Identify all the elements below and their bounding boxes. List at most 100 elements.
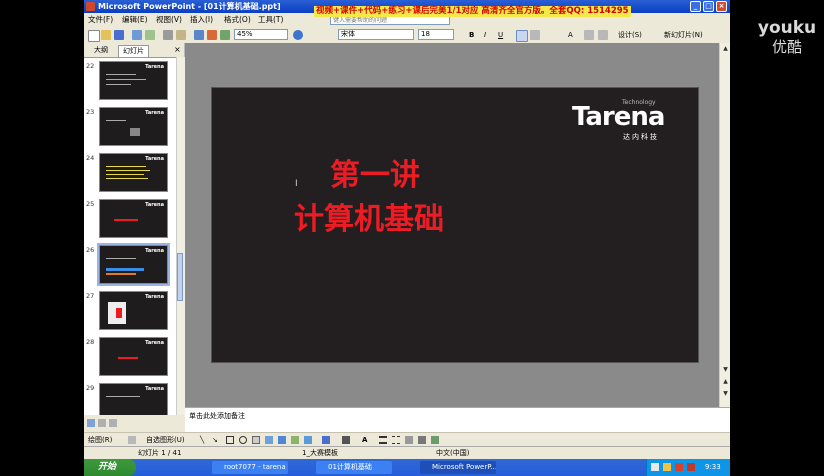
table-icon[interactable] — [220, 30, 230, 40]
editor-scrollbar[interactable]: ▲ ▼ ▲ ▼ — [719, 43, 730, 407]
thumbnail-row[interactable]: 25 Tarena — [84, 197, 176, 243]
textbox-icon[interactable] — [252, 436, 260, 444]
slide-thumbnail[interactable]: Tarena — [99, 291, 168, 330]
tab-outline[interactable]: 大纲 — [90, 45, 112, 56]
slide-title-line2[interactable]: 计算机基础 — [294, 194, 444, 238]
system-tray: 9:33 — [646, 459, 730, 476]
menu-format[interactable]: 格式(O) — [224, 13, 251, 27]
slideshow-view-icon[interactable] — [109, 419, 117, 427]
clipart-icon[interactable] — [291, 436, 299, 444]
line-color-icon[interactable] — [342, 436, 350, 444]
font-grow-button[interactable]: A — [568, 29, 573, 41]
arrow-style-icon[interactable] — [405, 436, 413, 444]
bullets-icon[interactable] — [598, 30, 608, 40]
help-icon[interactable] — [293, 30, 303, 40]
rectangle-tool-icon[interactable] — [226, 436, 234, 444]
sorter-view-icon[interactable] — [98, 419, 106, 427]
numbering-icon[interactable] — [584, 30, 594, 40]
slide-thumbnail[interactable]: Tarena — [99, 383, 168, 415]
text-cursor-icon: I — [295, 179, 298, 189]
slide-thumbnail[interactable]: Tarena — [99, 107, 168, 146]
design-button[interactable]: 设计(S) — [618, 29, 642, 41]
3d-style-icon[interactable] — [431, 436, 439, 444]
new-slide-button[interactable]: 新幻灯片(N) — [664, 29, 703, 41]
dash-style-icon[interactable] — [392, 436, 400, 444]
powerpoint-app-icon — [86, 2, 95, 11]
menu-file[interactable]: 文件(F) — [88, 13, 113, 27]
taskbar-item[interactable]: 01计算机基础 — [316, 461, 392, 474]
slide-thumbnail[interactable]: Tarena — [97, 243, 170, 286]
font-color-icon[interactable]: A — [362, 433, 367, 447]
thumbnail-row[interactable]: 27 Tarena — [84, 289, 176, 335]
tray-icon[interactable] — [687, 463, 695, 471]
select-pointer-icon[interactable] — [128, 436, 136, 444]
menu-edit[interactable]: 编辑(E) — [122, 13, 148, 27]
slide-thumbnail[interactable]: Tarena — [99, 153, 168, 192]
scroll-up-icon[interactable]: ▲ — [721, 44, 730, 53]
scroll-down-icon[interactable]: ▼ — [721, 365, 730, 374]
cut-icon[interactable] — [163, 30, 173, 40]
tray-icon[interactable] — [675, 463, 683, 471]
zoom-select[interactable]: 45% — [234, 29, 288, 40]
line-style-icon[interactable] — [379, 436, 387, 444]
underline-button[interactable]: U — [498, 29, 503, 41]
notes-pane[interactable]: 单击此处添加备注 — [185, 407, 730, 433]
shadow-icon[interactable] — [418, 436, 426, 444]
align-center-icon[interactable] — [530, 30, 540, 40]
maximize-button[interactable]: □ — [703, 1, 714, 12]
taskbar-item-active[interactable]: Microsoft PowerP... — [420, 461, 496, 474]
menu-tools[interactable]: 工具(T) — [258, 13, 283, 27]
preview-icon[interactable] — [145, 30, 155, 40]
close-button[interactable]: × — [716, 1, 727, 12]
save-icon[interactable] — [114, 30, 124, 40]
arrow-tool-icon[interactable]: ↘ — [212, 433, 218, 447]
thumbnail-row[interactable]: 28 Tarena — [84, 335, 176, 381]
chart-icon[interactable] — [207, 30, 217, 40]
thumbnail-row[interactable]: 23 Tarena — [84, 105, 176, 151]
italic-button[interactable]: I — [484, 29, 486, 41]
line-tool-icon[interactable]: ╲ — [200, 433, 204, 447]
slide-thumbnail[interactable]: Tarena — [99, 199, 168, 238]
tray-icon[interactable] — [663, 463, 671, 471]
diagram-icon[interactable] — [278, 436, 286, 444]
slide-canvas[interactable]: Technology Tarena 达内科技 I 第一讲 计算机基础 — [211, 87, 699, 363]
slides-pane: 大纲 幻灯片 × 22 Tarena 23 Tarena 24 Tarena 2… — [84, 43, 185, 415]
thumbnail-scrollbar[interactable] — [176, 57, 185, 415]
slide-title-line1[interactable]: 第一讲 — [330, 150, 420, 194]
menu-view[interactable]: 视图(V) — [156, 13, 182, 27]
thumbnail-row[interactable]: 24 Tarena — [84, 151, 176, 197]
slide-number: 26 — [86, 246, 95, 254]
thumbnail-row[interactable]: 22 Tarena — [84, 59, 176, 105]
thumbnail-scrollbar-thumb[interactable] — [177, 253, 183, 301]
slide-thumbnail[interactable]: Tarena — [99, 337, 168, 376]
paste-icon[interactable] — [176, 30, 186, 40]
fill-color-icon[interactable] — [322, 436, 330, 444]
bold-button[interactable]: B — [469, 29, 474, 41]
thumbnail-row[interactable]: 26 Tarena — [84, 243, 176, 289]
previous-slide-icon[interactable]: ▲ — [721, 377, 730, 386]
tray-icon[interactable] — [651, 463, 659, 471]
next-slide-icon[interactable]: ▼ — [721, 389, 730, 398]
taskbar-item[interactable]: root7077 - tarena — [212, 461, 288, 474]
pane-close-icon[interactable]: × — [174, 45, 181, 55]
promo-banner: 视频+课件+代码+练习+课后完美1/1对应 高清齐全官方版。全套QQ: 1514… — [314, 6, 631, 17]
oval-tool-icon[interactable] — [239, 436, 247, 444]
picture-icon[interactable] — [304, 436, 312, 444]
draw-menu[interactable]: 绘图(R) — [88, 433, 112, 447]
autoshapes-menu[interactable]: 自选图形(U) — [146, 433, 185, 447]
slide-thumbnail[interactable]: Tarena — [99, 61, 168, 100]
tab-slides[interactable]: 幻灯片 — [118, 45, 149, 57]
font-size-select[interactable]: 18 — [418, 29, 454, 40]
undo-icon[interactable] — [194, 30, 204, 40]
thumbnail-row[interactable]: 29 Tarena — [84, 381, 176, 415]
minimize-button[interactable]: _ — [690, 1, 701, 12]
normal-view-icon[interactable] — [87, 419, 95, 427]
font-name-select[interactable]: 宋体 — [338, 29, 414, 40]
open-icon[interactable] — [101, 30, 111, 40]
new-icon[interactable] — [88, 30, 100, 42]
menu-insert[interactable]: 插入(I) — [190, 13, 213, 27]
start-button[interactable]: 开始 — [84, 459, 136, 476]
wordart-icon[interactable] — [265, 436, 273, 444]
print-icon[interactable] — [132, 30, 142, 40]
align-left-icon[interactable] — [516, 30, 528, 42]
